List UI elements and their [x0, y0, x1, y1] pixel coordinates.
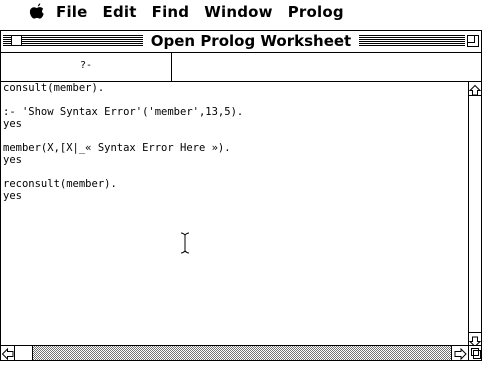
close-box-icon[interactable]: [11, 35, 22, 46]
scroll-up-arrow-icon[interactable]: [468, 82, 482, 96]
window-title: Open Prolog Worksheet: [144, 31, 358, 52]
menu-edit[interactable]: Edit: [103, 0, 137, 24]
worksheet-line: yes: [3, 154, 22, 166]
grow-box-icon[interactable]: [468, 345, 481, 360]
query-input[interactable]: [172, 53, 481, 81]
horizontal-scrollbar[interactable]: [1, 345, 468, 361]
menu-find[interactable]: Find: [152, 0, 190, 24]
query-prompt: ?-: [1, 53, 172, 81]
worksheet-line: yes: [3, 118, 22, 130]
title-bar-stripes-right: [359, 35, 465, 46]
title-bar-stripes-left: [3, 35, 143, 46]
query-row: ?-: [1, 53, 481, 82]
worksheet-line: [1, 166, 468, 178]
menu-prolog[interactable]: Prolog: [288, 0, 344, 24]
scroll-right-arrow-icon[interactable]: [451, 346, 468, 361]
menu-bar: File Edit Find Window Prolog: [0, 0, 483, 24]
menu-file[interactable]: File: [56, 0, 88, 24]
worksheet-line: reconsult(member).: [3, 178, 117, 190]
worksheet-line: consult(member).: [3, 82, 105, 94]
horizontal-scroll-track[interactable]: [33, 346, 451, 360]
worksheet-text-area[interactable]: consult(member). :- 'Show Syntax Error'(…: [1, 82, 468, 345]
worksheet-line: [1, 94, 468, 106]
zoom-box-icon[interactable]: [467, 35, 479, 47]
menu-window[interactable]: Window: [204, 0, 272, 24]
apple-menu-icon[interactable]: [28, 2, 46, 22]
worksheet-line: member(X,[X|_« Syntax Error Here »).: [3, 142, 231, 154]
worksheet-line: :- 'Show Syntax Error'('member',13,5).: [3, 106, 244, 118]
scroll-left-arrow-icon[interactable]: [1, 346, 15, 361]
worksheet-line: yes: [3, 190, 22, 202]
scroll-down-arrow-icon[interactable]: [468, 332, 482, 348]
text-cursor-icon: [180, 232, 190, 254]
vertical-scrollbar[interactable]: [468, 82, 482, 348]
horizontal-scroll-thumb[interactable]: [15, 346, 33, 360]
worksheet-line: [1, 130, 468, 142]
title-bar[interactable]: Open Prolog Worksheet: [1, 31, 481, 53]
worksheet-window: Open Prolog Worksheet ?- consult(member)…: [0, 30, 482, 361]
